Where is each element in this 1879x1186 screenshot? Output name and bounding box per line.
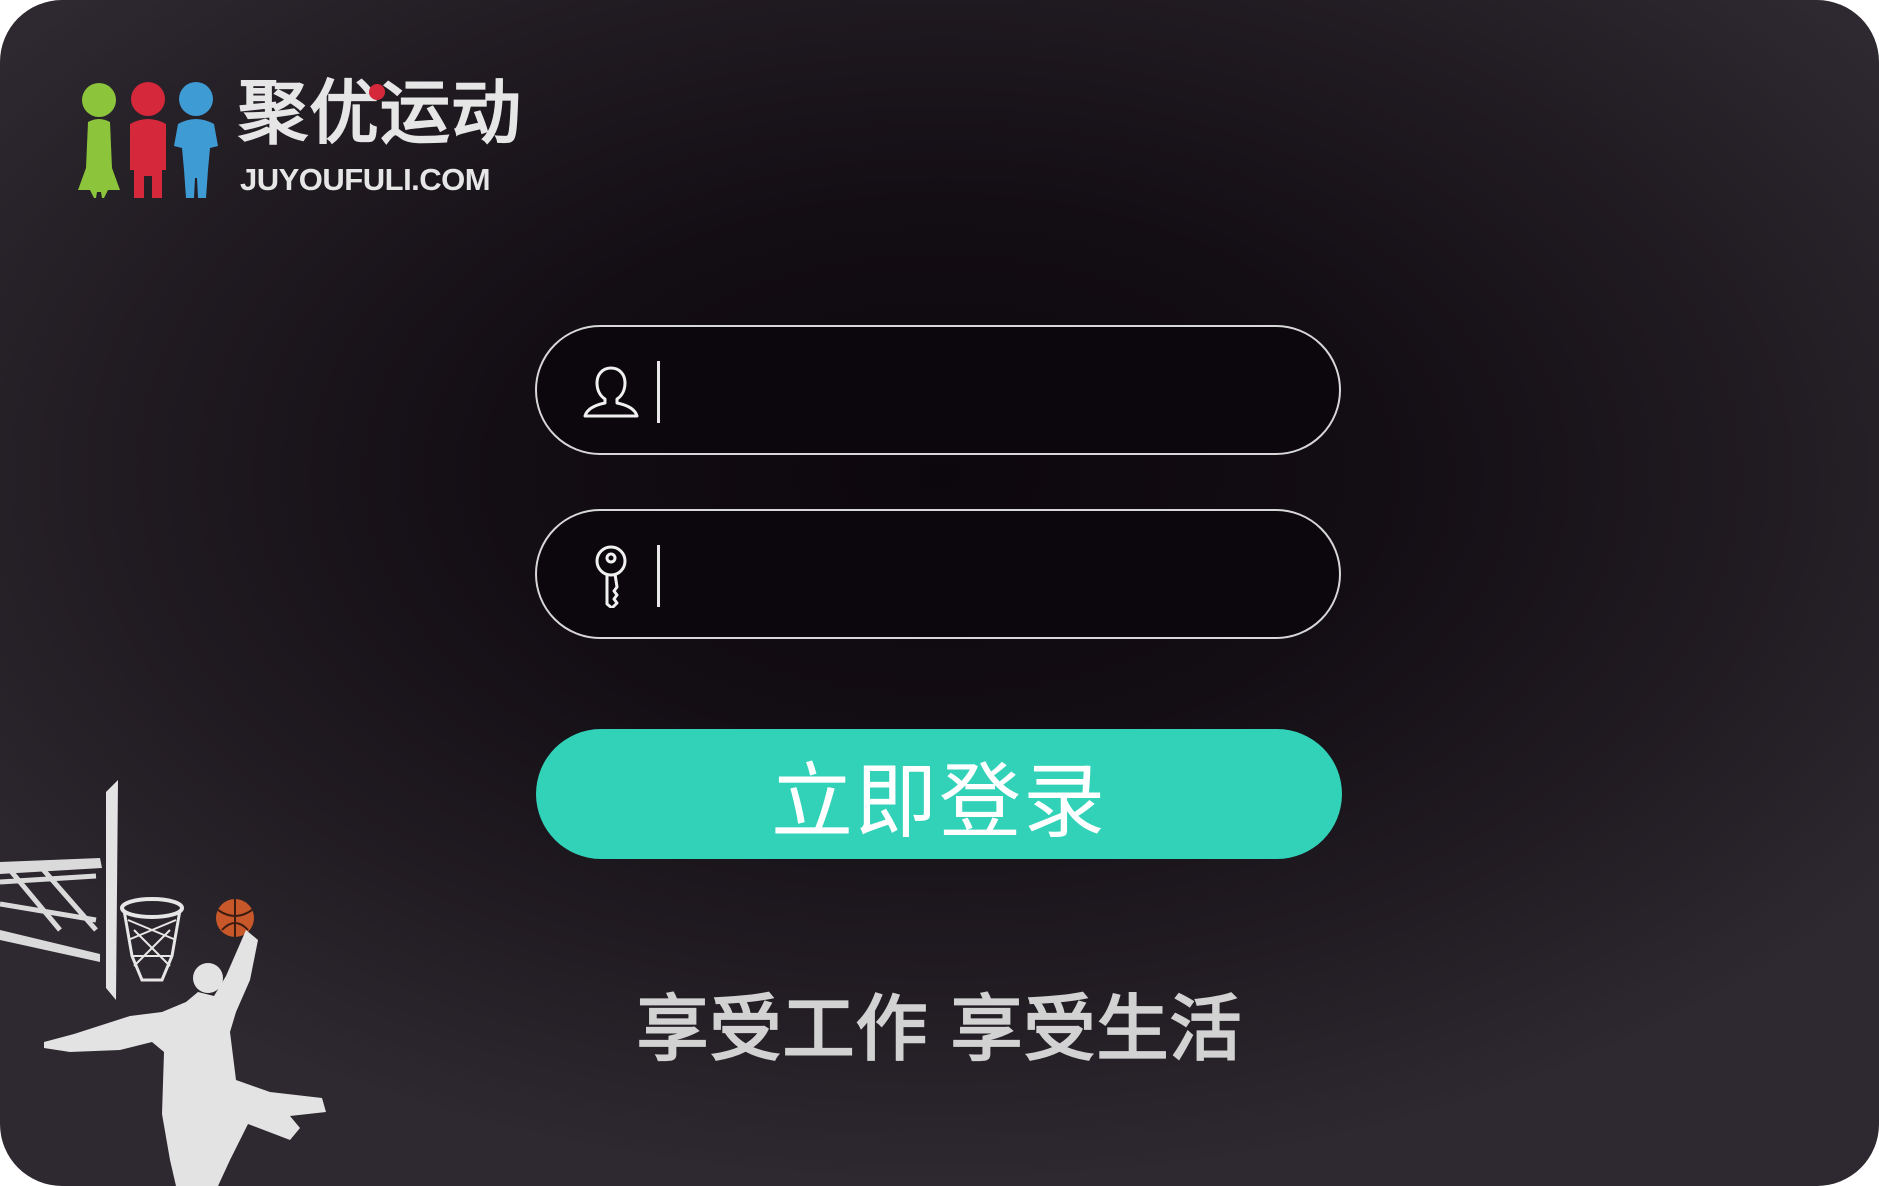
text-caret bbox=[657, 545, 660, 607]
brand-domain: JUYOUFULI.COM bbox=[240, 162, 491, 197]
user-icon bbox=[583, 366, 639, 418]
username-field[interactable] bbox=[535, 325, 1341, 455]
login-button[interactable]: 立即登录 bbox=[536, 729, 1342, 859]
username-input[interactable] bbox=[669, 347, 1293, 437]
key-icon bbox=[595, 545, 627, 608]
basketball-player-icon bbox=[0, 780, 326, 1186]
text-caret bbox=[657, 361, 660, 423]
brand-accent-dot bbox=[369, 84, 385, 100]
password-input[interactable] bbox=[669, 531, 1293, 621]
login-screen: 聚优运动 JUYOUFULI.COM 立即登录 享受工作 享受生活 bbox=[0, 0, 1879, 1186]
people-logo-icon bbox=[78, 82, 218, 198]
slogan-part-2: 享受生活 bbox=[950, 987, 1243, 1071]
brand-logo: 聚优运动 JUYOUFULI.COM bbox=[74, 78, 554, 200]
slogan-part-1: 享受工作 bbox=[636, 987, 929, 1071]
password-field[interactable] bbox=[535, 509, 1341, 639]
